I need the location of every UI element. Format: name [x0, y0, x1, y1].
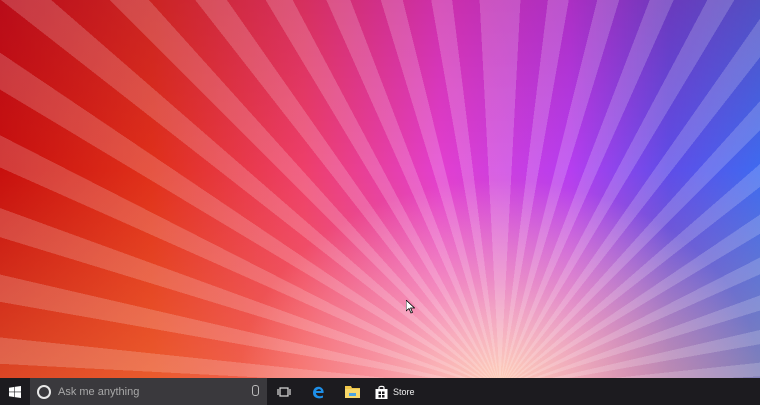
taskbar: Ask me anything Store: [0, 378, 760, 405]
task-view-icon: [277, 386, 291, 397]
start-button[interactable]: [0, 378, 30, 405]
mouse-cursor-icon: [405, 299, 416, 319]
windows-logo-icon: [9, 385, 21, 398]
folder-icon: [344, 386, 360, 398]
desktop-wallpaper: [0, 0, 760, 378]
store-button[interactable]: Store: [369, 378, 421, 405]
task-view-button[interactable]: [267, 378, 301, 405]
search-placeholder: Ask me anything: [58, 385, 140, 398]
cortana-search-box[interactable]: Ask me anything: [30, 378, 267, 405]
store-label: Store: [393, 386, 415, 397]
edge-icon: [313, 386, 324, 398]
store-bag-icon: [375, 385, 388, 399]
cortana-icon: [37, 384, 51, 399]
file-explorer-button[interactable]: [335, 378, 369, 405]
edge-button[interactable]: [301, 378, 335, 405]
microphone-icon[interactable]: [252, 385, 259, 396]
